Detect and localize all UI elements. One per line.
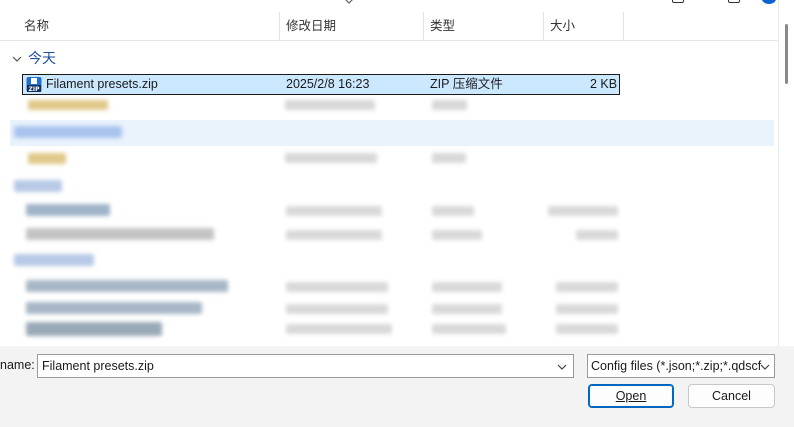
redacted-row [432,282,502,292]
redacted-row [286,206,382,216]
highlight-row [10,120,774,146]
column-type[interactable]: 类型 [424,12,544,40]
redacted-row [286,304,388,314]
redacted-row [432,100,467,110]
redacted-row [26,228,214,240]
redacted-row [432,206,474,216]
redacted-row [26,302,202,314]
redacted-row [285,100,375,110]
chevron-down-icon [12,56,22,63]
filename-input[interactable]: Filament presets.zip [37,354,574,378]
redacted-row [432,153,466,163]
redacted-group [14,180,62,192]
cancel-button-label: Cancel [712,389,751,403]
open-button[interactable]: Open [588,384,674,408]
redacted-row [26,322,162,336]
filetype-select[interactable]: Config files (*.json;*.zip;*.qdscf [587,354,775,378]
redacted-row [285,153,377,163]
group-today[interactable]: 今天 [12,48,56,68]
open-button-label: Open [615,389,647,403]
column-modified[interactable]: 修改日期 [280,12,424,40]
redacted-row [26,204,110,216]
redacted-row [286,282,388,292]
redacted-row [548,206,618,216]
group-label: 今天 [28,50,56,66]
file-row-selected[interactable]: ZIP Filament presets.zip 2025/2/8 16:23 … [22,74,620,95]
redacted-row [432,324,506,334]
zip-file-icon: ZIP [26,77,42,93]
redacted-group [14,126,122,138]
file-list-panel[interactable]: 名称 修改日期 类型 大小 今天 ZIP Filament presets.zi… [0,0,778,346]
redacted-row [286,230,382,240]
window-icon [672,0,684,3]
column-size[interactable]: 大小 [544,12,624,40]
filename-value: Filament presets.zip [42,359,154,373]
redacted-row [576,230,618,240]
file-modified: 2025/2/8 16:23 [286,77,370,91]
column-header: 名称 修改日期 类型 大小 [0,12,778,41]
chevron-down-icon[interactable] [557,364,567,370]
redacted-group [14,254,94,266]
filetype-value: Config files (*.json;*.zip;*.qdscf [591,359,762,373]
redacted-row [432,304,502,314]
svg-text:ZIP: ZIP [29,86,41,93]
scrollbar-thumb[interactable] [785,24,788,84]
file-name: Filament presets.zip [46,77,158,91]
redacted-row [28,100,108,110]
filename-label: name: [0,358,35,372]
redacted-row [556,324,618,334]
window-icon [728,0,740,3]
redacted-row [28,153,66,164]
chevron-down-icon[interactable] [760,364,770,370]
redacted-row [556,282,618,292]
cancel-button[interactable]: Cancel [688,384,775,408]
redacted-row [286,324,392,334]
redacted-row [26,280,228,292]
sort-chevron-icon [345,0,353,4]
redacted-row [556,304,618,314]
vertical-scrollbar[interactable] [778,0,794,346]
redacted-row [432,230,482,240]
file-type: ZIP 压缩文件 [430,77,503,91]
file-size: 2 KB [590,77,618,91]
column-name[interactable]: 名称 [18,12,280,40]
